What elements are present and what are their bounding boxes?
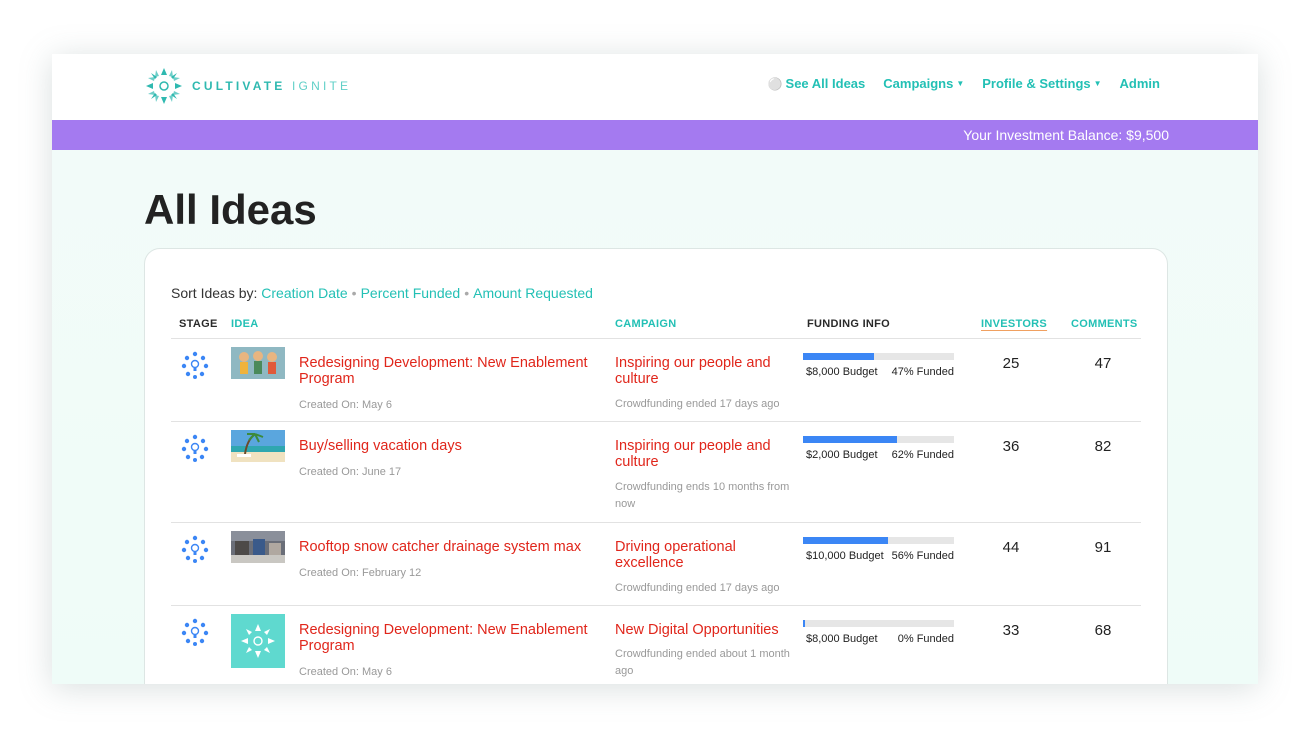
funding-percent: 56% Funded xyxy=(891,550,954,562)
sort-label: Sort Ideas by: xyxy=(171,285,258,301)
comments-count: 68 xyxy=(1094,622,1112,639)
campaign-status: Crowdfunding ended 17 days ago xyxy=(615,398,780,410)
idea-thumbnail[interactable] xyxy=(231,430,285,462)
campaign-link[interactable]: Driving operational excellence xyxy=(615,539,785,571)
stage-ideation-icon xyxy=(181,535,209,563)
table-row[interactable]: Rooftop snow catcher drainage system max… xyxy=(171,522,1141,605)
cultivate-logo-icon xyxy=(146,68,182,104)
stage-ideation-icon xyxy=(181,351,209,379)
sort-controls: Sort Ideas by: Creation Date • Percent Fun… xyxy=(171,285,593,301)
campaign-status: Crowdfunding ended 17 days ago xyxy=(615,582,780,594)
funding-percent: 62% Funded xyxy=(891,449,954,461)
stage-ideation-icon xyxy=(181,434,209,462)
comments-count: 82 xyxy=(1094,438,1112,455)
brand-name-light: IGNITE xyxy=(292,79,352,93)
nav-admin[interactable]: Admin xyxy=(1120,76,1160,91)
investment-balance-bar: Your Investment Balance: $9,500 xyxy=(52,120,1258,150)
funding-progress-fill xyxy=(803,620,805,627)
idea-thumbnail[interactable] xyxy=(231,531,285,563)
funding-progress-bar xyxy=(803,537,954,544)
campaign-link[interactable]: Inspiring our people and culture xyxy=(615,355,785,387)
idea-created-date: Created On: June 17 xyxy=(299,466,402,478)
campaign-status: Crowdfunding ends 10 months from now xyxy=(615,481,790,510)
campaign-link[interactable]: New Digital Opportunities xyxy=(615,622,785,638)
funding-progress-fill xyxy=(803,436,897,443)
brand-wordmark: CULTIVATE IGNITE xyxy=(192,79,351,93)
campaign-status: Crowdfunding ended about 1 month ago xyxy=(615,648,790,677)
funding-progress-bar xyxy=(803,436,954,443)
header-stage: STAGE xyxy=(179,318,218,330)
investors-count: 44 xyxy=(1002,539,1020,556)
nav-see-all-ideas[interactable]: ⚪ See All Ideas xyxy=(768,76,866,91)
header-comments[interactable]: COMMENTS xyxy=(1071,318,1138,330)
nav-admin-label: Admin xyxy=(1119,76,1160,91)
idea-title-link[interactable]: Redesigning Development: New Enablement … xyxy=(299,622,599,654)
funding-progress-fill xyxy=(803,353,874,360)
nav-see-all-ideas-label: See All Ideas xyxy=(785,76,866,91)
investors-count: 33 xyxy=(1002,622,1020,639)
investors-count: 36 xyxy=(1002,438,1020,455)
header-funding-info: FUNDING INFO xyxy=(807,318,891,330)
funding-percent: 0% Funded xyxy=(897,633,954,645)
idea-created-date: Created On: February 12 xyxy=(299,567,422,579)
idea-title-link[interactable]: Redesigning Development: New Enablement … xyxy=(299,355,599,387)
header-investors[interactable]: INVESTORS xyxy=(981,318,1047,330)
comments-count: 91 xyxy=(1094,539,1112,556)
page-title: All Ideas xyxy=(144,186,317,233)
investors-count: 25 xyxy=(1002,355,1020,372)
table-row[interactable]: Redesigning Development: New Enablement … xyxy=(171,338,1141,421)
brand-logo[interactable]: CULTIVATE IGNITE xyxy=(144,66,351,106)
sort-amount-requested[interactable]: Amount Requested xyxy=(473,285,593,301)
comments-count: 47 xyxy=(1094,355,1112,372)
stage-ideation-icon xyxy=(181,618,209,646)
campaign-link[interactable]: Inspiring our people and culture xyxy=(615,438,785,470)
app-window: CULTIVATE IGNITE ⚪ See All Ideas Campaig… xyxy=(52,54,1258,684)
funding-percent: 47% Funded xyxy=(891,366,954,378)
nav-campaigns[interactable]: Campaigns ▼ xyxy=(883,76,964,91)
investment-balance: Your Investment Balance: $9,500 xyxy=(963,127,1169,143)
brand-name-bold: CULTIVATE xyxy=(192,79,286,93)
nav-profile-settings[interactable]: Profile & Settings ▼ xyxy=(982,76,1101,91)
header-campaign[interactable]: CAMPAIGN xyxy=(615,318,676,330)
table-row[interactable]: Buy/selling vacation days Created On: Ju… xyxy=(171,421,1141,522)
idea-title-link[interactable]: Buy/selling vacation days xyxy=(299,438,599,454)
table-row[interactable]: Redesigning Development: New Enablement … xyxy=(171,605,1141,684)
sort-creation-date[interactable]: Creation Date xyxy=(261,285,347,301)
idea-thumbnail[interactable] xyxy=(231,347,285,379)
separator-dot: • xyxy=(351,285,357,301)
separator-dot: • xyxy=(464,285,470,301)
funding-progress-bar xyxy=(803,620,954,627)
lightbulb-icon: ⚪ xyxy=(767,76,783,91)
header-idea[interactable]: IDEA xyxy=(231,318,258,330)
sort-percent-funded[interactable]: Percent Funded xyxy=(361,285,461,301)
top-navbar: CULTIVATE IGNITE ⚪ See All Ideas Campaig… xyxy=(52,54,1258,120)
nav-profile-settings-label: Profile & Settings xyxy=(982,76,1091,91)
main-menu: ⚪ See All Ideas Campaigns ▼ Profile & Se… xyxy=(768,76,1160,91)
idea-thumbnail-placeholder-logo[interactable] xyxy=(231,614,285,668)
nav-campaigns-label: Campaigns xyxy=(883,76,954,91)
funding-progress-fill xyxy=(803,537,888,544)
caret-down-icon: ▼ xyxy=(956,79,965,88)
funding-progress-bar xyxy=(803,353,954,360)
caret-down-icon: ▼ xyxy=(1093,79,1102,88)
idea-created-date: Created On: May 6 xyxy=(299,399,392,411)
idea-created-date: Created On: May 6 xyxy=(299,666,392,678)
idea-title-link[interactable]: Rooftop snow catcher drainage system max xyxy=(299,539,599,555)
ideas-card: Sort Ideas by: Creation Date • Percent Fun… xyxy=(144,248,1168,684)
